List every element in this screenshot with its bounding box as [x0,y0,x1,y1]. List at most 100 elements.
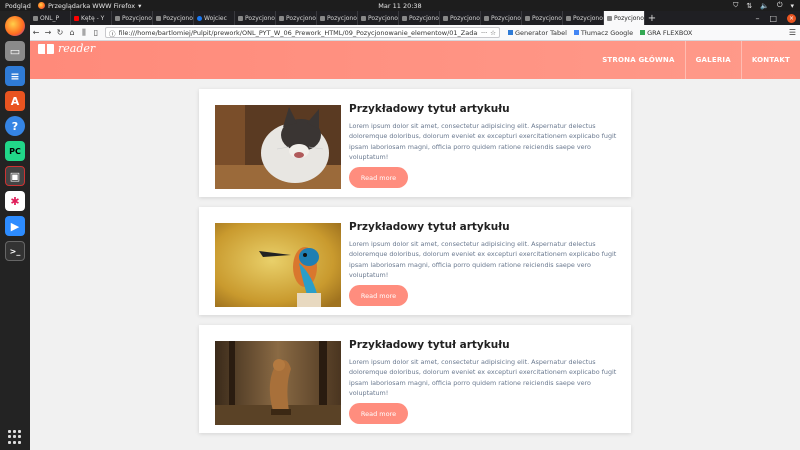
show-applications-icon[interactable] [8,430,22,444]
tab-label: Pozycjonow [163,14,193,22]
browser-tab[interactable]: Pozycjonow× [604,11,645,25]
tab-label: Pozycjonow [286,14,316,22]
window-controls: – □ × [755,11,796,25]
page-viewport: reader STRONA GŁÓWNA GALERIA KONTAKT Prz… [30,41,800,450]
tab-label: Pozycjonow [368,14,398,22]
app-menu[interactable]: Przeglądarka WWW Firefox ▾ [38,2,141,10]
article-card: Przykładowy tytuł artykułu Lorem ipsum d… [199,325,631,433]
shield-icon[interactable]: ⛉ [733,1,738,10]
software-store-icon[interactable]: A [5,91,25,111]
browser-tab[interactable]: Wojciec [194,11,235,25]
browser-tab[interactable]: Pozycjonow [317,11,358,25]
volume-icon[interactable]: 🔈 [760,2,769,10]
browser-tab[interactable]: ONL_P [30,11,71,25]
article-list: Przykładowy tytuł artykułu Lorem ipsum d… [30,79,800,433]
hamburger-menu-icon[interactable]: ☰ [789,28,796,37]
slack-icon[interactable]: ✱ [5,191,25,211]
url-bar[interactable]: ⓘ file:///home/bartlomiej/Pulpit/prework… [105,27,500,38]
navigation-toolbar: ← → ↻ ⌂ ⫼ ▯ ⓘ file:///home/bartlomiej/Pu… [30,25,800,41]
page-icon [33,15,38,21]
maximize-icon[interactable]: □ [769,14,777,23]
system-tray[interactable]: ⛉ ⇅ 🔈 ⏻ ▾ [733,0,794,11]
nav-link-gallery[interactable]: GALERIA [686,56,741,64]
close-window-icon[interactable]: × [787,13,796,23]
tab-label: Pozycjonow [491,14,521,22]
new-tab-button[interactable]: + [645,11,659,25]
nav-link-contact[interactable]: KONTAKT [742,56,800,64]
page-icon [238,15,243,21]
minimize-icon[interactable]: – [755,14,759,23]
pycharm-icon[interactable]: PC [5,141,25,161]
info-icon[interactable]: ⓘ [109,28,116,38]
browser-tab[interactable]: Pozycjonow [153,11,194,25]
article-body: Przykładowy tytuł artykułu Lorem ipsum d… [349,221,619,281]
files-icon[interactable]: ▭ [5,41,25,61]
article-title: Przykładowy tytuł artykułu [349,103,510,115]
bookmark-gra-flexbox[interactable]: GRA FLEXBOX [640,29,692,37]
browser-tab[interactable]: Pozycjonow [358,11,399,25]
youtube-icon [74,15,79,21]
article-card: Przykładowy tytuł artykułu Lorem ipsum d… [199,207,631,315]
help-icon[interactable]: ? [5,116,25,136]
bookmark-tlumacz-google[interactable]: Tłumacz Google [573,29,633,37]
tab-label: Kętę - Y [81,14,105,22]
url-text[interactable]: file:///home/bartlomiej/Pulpit/prework/O… [119,29,478,37]
read-more-button[interactable]: Read more [349,403,408,424]
bookmarks-bar: Generator Tabel Tłumacz Google GRA FLEXB… [508,29,692,37]
zoom-icon[interactable]: ▶ [5,216,25,236]
screenshot-icon[interactable]: ▣ [5,166,25,186]
browser-tab[interactable]: Pozycjonow [399,11,440,25]
read-more-button[interactable]: Read more [349,167,408,188]
logo-text: reader [58,42,96,55]
reload-icon[interactable]: ↻ [54,28,66,37]
browser-tab[interactable]: Pozycjonow [563,11,604,25]
forward-icon[interactable]: → [42,28,54,37]
network-icon[interactable]: ⇅ [746,2,752,10]
terminal-icon[interactable]: >_ [5,241,25,261]
page-icon [320,15,325,21]
bookmark-star-icon[interactable]: ☆ [490,29,496,37]
tab-label: Wojciec [204,14,227,22]
article-text: Lorem ipsum dolor sit amet, consectetur … [349,240,617,280]
article-image-cat [215,105,341,189]
browser-tab[interactable]: Pozycjonow [522,11,563,25]
back-icon[interactable]: ← [30,28,42,37]
tab-label: Pozycjonow [614,14,644,22]
page-icon [156,15,161,21]
browser-tab[interactable]: Pozycjonow [276,11,317,25]
library-icon[interactable]: ⫼ [78,28,90,38]
article-text: Lorem ipsum dolor sit amet, consectetur … [349,358,617,398]
nav-link-home[interactable]: STRONA GŁÓWNA [592,56,684,64]
tab-label: Pozycjonow [327,14,357,22]
site-logo[interactable]: reader [30,41,95,55]
chevron-down-icon: ▾ [138,1,142,10]
page-icon [443,15,448,21]
browser-tab[interactable]: Pozycjonow [112,11,153,25]
article-title: Przykładowy tytuł artykułu [349,221,510,233]
article-body: Przykładowy tytuł artykułu Lorem ipsum d… [349,103,619,163]
power-icon[interactable]: ⏻ [777,1,783,10]
chevron-down-icon[interactable]: ▾ [790,2,794,10]
activities-button[interactable]: Podgląd [0,2,38,10]
writer-icon[interactable]: ≡ [5,66,25,86]
tab-label: Pozycjonow [450,14,480,22]
page-icon [279,15,284,21]
read-more-button[interactable]: Read more [349,285,408,306]
browser-tab[interactable]: Pozycjonow [235,11,276,25]
table-icon [508,30,513,35]
sidebar-icon[interactable]: ▯ [90,28,102,37]
browser-tab[interactable]: Pozycjonow [481,11,522,25]
home-icon[interactable]: ⌂ [66,28,78,37]
article-text: Lorem ipsum dolor sit amet, consectetur … [349,122,617,162]
browser-tab[interactable]: Kętę - Y [71,11,112,25]
book-icon [38,43,54,54]
bookmark-generator-tabel[interactable]: Generator Tabel [508,29,567,37]
system-top-bar: Podgląd Przeglądarka WWW Firefox ▾ Mar 1… [0,0,800,11]
page-icon [607,15,612,21]
page-actions-icon[interactable]: ··· [481,29,487,37]
firefox-icon[interactable] [5,16,25,36]
firefox-icon [38,2,45,9]
browser-tab[interactable]: Pozycjonow [440,11,481,25]
tab-label: Pozycjonow [532,14,562,22]
facebook-icon [197,15,202,21]
